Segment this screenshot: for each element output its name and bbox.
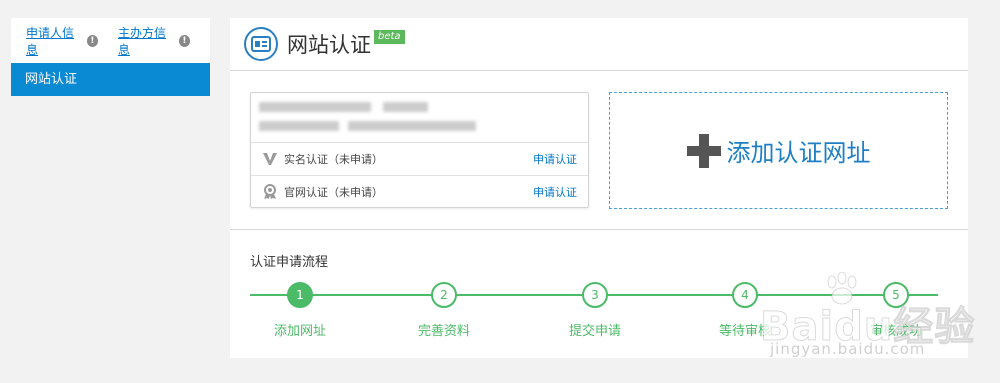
beta-badge: beta <box>374 30 405 44</box>
process-title: 认证申请流程 <box>250 255 329 270</box>
sidebar-links: 申请人信息 ! 主办方信息 ! <box>11 18 210 63</box>
step-4-label: 等待审核 <box>718 324 771 339</box>
official-site-certification-label: 官网认证（未申请） <box>284 185 383 199</box>
step-2-label: 完善资料 <box>417 324 470 339</box>
site-card: 实名认证（未申请） 申请认证 官网认证（未申请） 申请认证 <box>250 92 589 208</box>
real-name-certification-label: 实名认证（未申请） <box>284 153 383 166</box>
id-card-icon <box>244 27 278 61</box>
step-4-circle: 4 <box>732 282 758 308</box>
plus-icon <box>686 133 721 168</box>
add-certification-url-button[interactable]: 添加认证网址 <box>609 92 948 209</box>
organizer-info-link[interactable]: 主办方信息 <box>118 24 174 58</box>
section-divider <box>230 229 968 230</box>
info-icon: ! <box>178 34 190 47</box>
main-panel: 网站认证 beta 实名认证（未申请） 申请认证 官网认证（未申请） 申请认证 <box>230 18 968 358</box>
award-ribbon-icon <box>264 183 276 199</box>
v-verified-icon <box>263 153 277 165</box>
sidebar-item-website-certification[interactable]: 网站认证 <box>11 63 210 96</box>
step-3-circle: 3 <box>582 282 608 308</box>
apply-official-site-certification-link[interactable]: 申请认证 <box>533 184 577 200</box>
step-3-label: 提交申请 <box>568 324 621 339</box>
page-header: 网站认证 beta <box>230 18 968 71</box>
apply-real-name-certification-link[interactable]: 申请认证 <box>533 151 577 167</box>
applicant-info-link[interactable]: 申请人信息 <box>26 24 82 58</box>
step-1-label: 添加网址 <box>273 324 326 339</box>
step-5-circle: 5 <box>883 282 909 308</box>
add-certification-url-label: 添加认证网址 <box>726 139 871 167</box>
real-name-certification-row: 实名认证（未申请） 申请认证 <box>251 143 588 175</box>
official-site-certification-row: 官网认证（未申请） 申请认证 <box>251 175 588 207</box>
step-2-circle: 2 <box>431 282 457 308</box>
step-1-circle: 1 <box>287 282 313 308</box>
info-icon: ! <box>86 34 98 47</box>
step-5-label: 审核成功 <box>869 324 922 339</box>
blurred-site-info <box>251 93 588 143</box>
page-title: 网站认证 <box>287 33 371 57</box>
sidebar: 申请人信息 ! 主办方信息 ! 网站认证 <box>11 18 210 96</box>
